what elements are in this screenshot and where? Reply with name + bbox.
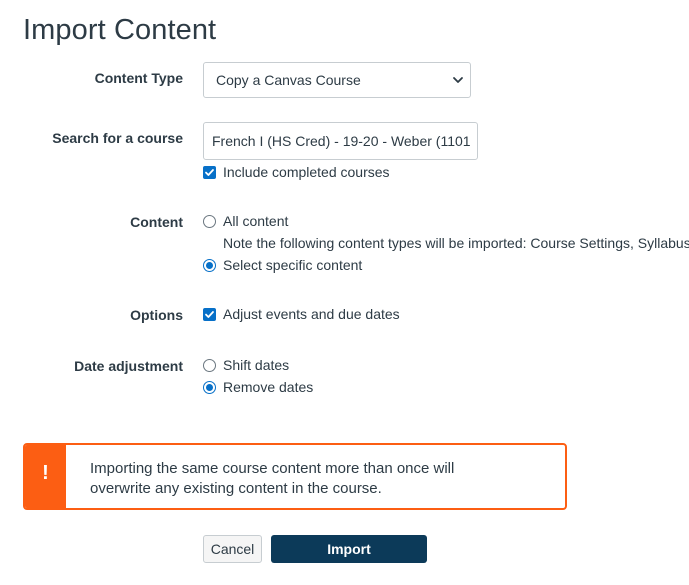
- adjust-events-checkbox[interactable]: [203, 308, 216, 321]
- content-type-label: Content Type: [94, 70, 183, 86]
- select-specific-content-radio[interactable]: [203, 259, 216, 272]
- include-completed-checkbox[interactable]: [203, 166, 216, 179]
- warning-alert: ! Importing the same course content more…: [23, 443, 567, 510]
- course-search-input[interactable]: French I (HS Cred) - 19-20 - Weber (1101: [203, 122, 478, 160]
- alert-message-line-2: overwrite any existing content in the co…: [90, 480, 382, 497]
- cancel-button[interactable]: Cancel: [203, 535, 262, 563]
- warning-icon: !: [42, 462, 49, 484]
- shift-dates-label[interactable]: Shift dates: [223, 357, 289, 373]
- remove-dates-radio[interactable]: [203, 381, 216, 394]
- content-type-selected-value: Copy a Canvas Course: [216, 72, 361, 88]
- adjust-events-label[interactable]: Adjust events and due dates: [223, 306, 400, 322]
- chevron-down-icon: [453, 77, 463, 83]
- checkmark-icon: [205, 311, 214, 318]
- content-label: Content: [130, 214, 183, 230]
- remove-dates-label[interactable]: Remove dates: [223, 379, 313, 395]
- shift-dates-radio[interactable]: [203, 359, 216, 372]
- date-adjustment-label: Date adjustment: [74, 358, 183, 374]
- content-types-note: Note the following content types will be…: [223, 235, 689, 251]
- page-title: Import Content: [23, 14, 217, 46]
- checkmark-icon: [205, 169, 214, 176]
- import-button[interactable]: Import: [271, 535, 427, 563]
- all-content-radio[interactable]: [203, 215, 216, 228]
- alert-message-line-1: Importing the same course content more t…: [90, 460, 455, 477]
- all-content-label[interactable]: All content: [223, 213, 288, 229]
- include-completed-label[interactable]: Include completed courses: [223, 164, 390, 180]
- alert-message: Importing the same course content more t…: [90, 459, 550, 499]
- content-type-select[interactable]: Copy a Canvas Course: [203, 62, 471, 98]
- import-content-page: Import Content Content Type Copy a Canva…: [0, 0, 689, 585]
- select-specific-content-label[interactable]: Select specific content: [223, 257, 362, 273]
- search-course-label: Search for a course: [52, 130, 183, 146]
- options-label: Options: [130, 307, 183, 323]
